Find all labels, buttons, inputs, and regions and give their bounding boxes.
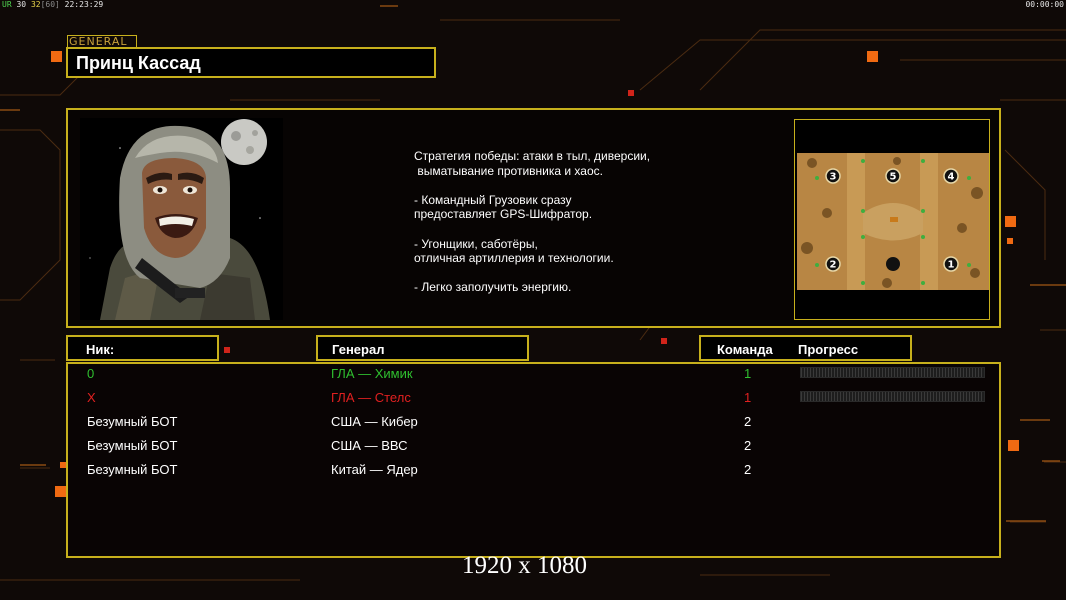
- player-team: 1: [744, 390, 752, 405]
- strategy-point-1: - Командный Грузовик сразу предоставляет…: [414, 192, 593, 222]
- nick-header-label: Ник:: [86, 342, 115, 357]
- strategy-summary: Стратегия победы: атаки в тыл, диверсии,…: [414, 149, 651, 178]
- player-general: США — Кибер: [331, 414, 418, 429]
- map-preview: 3 5 4 2 1: [794, 119, 990, 320]
- player-team: 1: [744, 366, 752, 381]
- nick-column-header: Ник:: [66, 335, 219, 361]
- player-team: 2: [744, 438, 752, 453]
- fps-counter: UR 30 32[60] 22:23:29: [2, 0, 103, 9]
- loading-progress-bar: [800, 367, 985, 378]
- player-nick: Безумный БОТ: [87, 438, 178, 453]
- svg-text:4: 4: [948, 172, 955, 183]
- loading-progress-bar: [800, 391, 985, 402]
- player-team: 2: [744, 462, 752, 477]
- start-position-4: 4: [943, 168, 959, 184]
- general-tag: GENERAL: [67, 35, 137, 48]
- player-general: ГЛА — Химик: [331, 366, 413, 381]
- general-column-header: Генерал: [316, 335, 529, 361]
- player-team: 2: [744, 414, 752, 429]
- hud-value: 32: [30, 0, 41, 9]
- game-timer: 00:00:00: [1025, 0, 1064, 9]
- player-nick: Безумный БОТ: [87, 414, 178, 429]
- team-progress-column-header: Команда Прогресс: [699, 335, 912, 361]
- general-portrait: [80, 118, 283, 320]
- strategy-text: Стратегия победы: атаки в тыл, диверсии,…: [414, 149, 744, 310]
- strategy-point-2: - Угонщики, саботёры, отличная артиллери…: [414, 236, 614, 266]
- svg-text:3: 3: [830, 172, 837, 183]
- general-name: Принц Кассад: [76, 53, 201, 73]
- hud-clock: 22:23:29: [64, 0, 104, 9]
- strategy-point-3: - Легко заполучить энергию.: [414, 280, 572, 295]
- start-position-3: 3: [825, 168, 841, 184]
- player-row: Безумный БОТ Китай — Ядер 2: [0, 462, 1066, 486]
- svg-text:2: 2: [830, 260, 837, 271]
- start-position-2: 2: [825, 256, 841, 272]
- team-header-label: Команда: [717, 342, 773, 357]
- hud-tag: UR: [2, 0, 12, 9]
- player-nick: 0: [87, 366, 95, 381]
- svg-text:1: 1: [948, 260, 955, 271]
- start-position-5: 5: [885, 168, 901, 184]
- player-row: Безумный БОТ США — Кибер 2: [0, 414, 1066, 438]
- player-row: Безумный БОТ США — ВВС 2: [0, 438, 1066, 462]
- hud-limit: [60]: [40, 0, 60, 9]
- player-nick: Безумный БОТ: [87, 462, 178, 477]
- player-general: ГЛА — Стелс: [331, 390, 411, 405]
- player-nick: X: [87, 390, 96, 405]
- player-general: Китай — Ядер: [331, 462, 418, 477]
- progress-header-label: Прогресс: [798, 342, 859, 357]
- general-header-label: Генерал: [332, 342, 385, 357]
- hud-fps: 30: [16, 0, 27, 9]
- svg-text:5: 5: [890, 172, 897, 183]
- start-position-1: 1: [943, 256, 959, 272]
- start-position-markers: 3 5 4 2 1: [825, 168, 959, 272]
- player-row: X ГЛА — Стелс 1: [0, 390, 1066, 414]
- player-general: США — ВВС: [331, 438, 408, 453]
- player-row: 0 ГЛА — Химик 1: [0, 366, 1066, 390]
- general-title-box: Принц Кассад: [66, 47, 436, 78]
- resolution-label: 1920 x 1080: [462, 552, 587, 579]
